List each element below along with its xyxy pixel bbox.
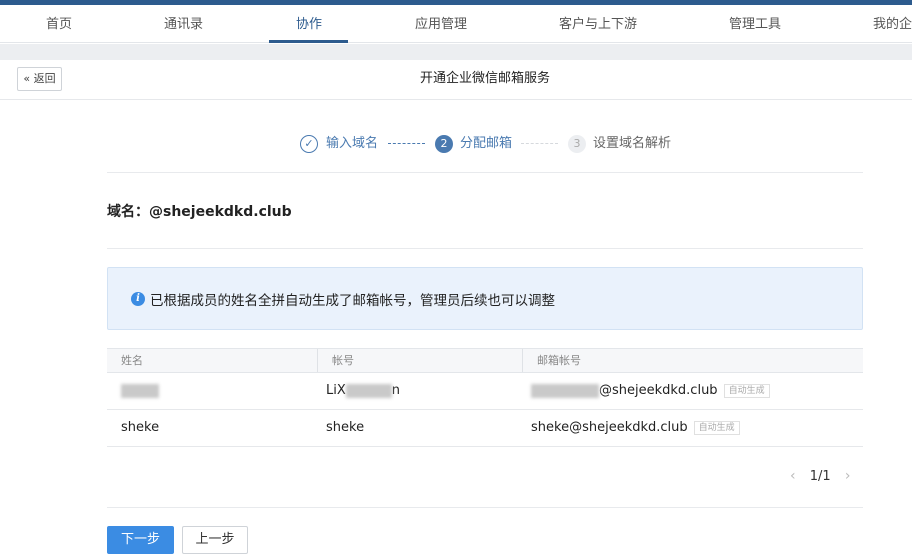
auto-generated-tag: 自动生成 — [693, 420, 740, 435]
next-step-button[interactable]: 下一步 — [107, 526, 174, 554]
nav-item-app-management[interactable]: 应用管理 — [415, 5, 467, 43]
info-notice: i 已根据成员的姓名全拼自动生成了邮箱帐号，管理员后续也可以调整 — [107, 267, 863, 330]
column-header-email: 邮箱帐号 — [522, 349, 863, 372]
table-row: LiX n @shejeekdkd.club 自动生成 — [107, 373, 863, 410]
notice-text: 已根据成员的姓名全拼自动生成了邮箱帐号，管理员后续也可以调整 — [150, 293, 555, 309]
page-indicator: 1/1 — [809, 469, 831, 484]
column-header-name: 姓名 — [121, 354, 143, 367]
step-1-label: 输入域名 — [326, 136, 379, 151]
info-icon: i — [131, 292, 145, 306]
divider — [107, 507, 863, 508]
check-icon: ✓ — [300, 135, 318, 153]
step-2-number: 2 — [435, 135, 453, 153]
step-3-label: 设置域名解析 — [593, 136, 672, 151]
domain-value: @shejeekdkd.club — [149, 204, 292, 220]
page-header: « 返回 开通企业微信邮箱服务 — [0, 60, 912, 100]
redacted-email — [531, 383, 599, 398]
cell-name: sheke — [121, 420, 160, 435]
page-title: 开通企业微信邮箱服务 — [419, 71, 550, 86]
header-separator — [0, 44, 912, 60]
nav-item-home[interactable]: 首页 — [46, 5, 72, 43]
step-2-label: 分配邮箱 — [460, 136, 513, 151]
main-nav: 首页 通讯录 协作 应用管理 客户与上下游 管理工具 我的企 — [0, 5, 912, 43]
table-header: 姓名 帐号 邮箱帐号 — [107, 348, 863, 373]
divider — [107, 248, 863, 249]
step-connector-2 — [521, 143, 558, 144]
prev-step-button[interactable]: 上一步 — [182, 526, 248, 554]
domain-display: 域名：@shejeekdkd.club — [107, 201, 292, 221]
table-row: sheke sheke sheke@shejeekdkd.club 自动生成 — [107, 410, 863, 447]
cell-email: sheke@shejeekdkd.club 自动生成 — [531, 410, 740, 446]
redacted-account — [345, 383, 392, 398]
divider — [107, 172, 863, 173]
nav-item-customers[interactable]: 客户与上下游 — [559, 5, 637, 43]
cell-name — [121, 373, 159, 409]
chevron-right-icon[interactable]: › — [845, 468, 851, 484]
cell-account: LiX n — [326, 383, 401, 398]
nav-item-collaboration[interactable]: 协作 — [296, 5, 322, 43]
auto-generated-tag: 自动生成 — [723, 383, 770, 398]
chevron-left-icon[interactable]: ‹ — [790, 468, 796, 484]
nav-item-my-enterprise[interactable]: 我的企 — [873, 5, 912, 43]
column-header-account: 帐号 — [317, 349, 522, 372]
domain-label: 域名： — [107, 204, 149, 220]
step-3-number: 3 — [568, 135, 586, 153]
nav-item-contacts[interactable]: 通讯录 — [164, 5, 203, 43]
step-connector-1 — [388, 143, 425, 144]
nav-item-management-tools[interactable]: 管理工具 — [729, 5, 781, 43]
cell-account: sheke — [326, 420, 365, 435]
active-tab-indicator — [269, 40, 348, 43]
cell-email: @shejeekdkd.club 自动生成 — [531, 373, 770, 409]
pagination: ‹ 1/1 › — [790, 468, 850, 488]
redacted-name — [121, 383, 159, 398]
